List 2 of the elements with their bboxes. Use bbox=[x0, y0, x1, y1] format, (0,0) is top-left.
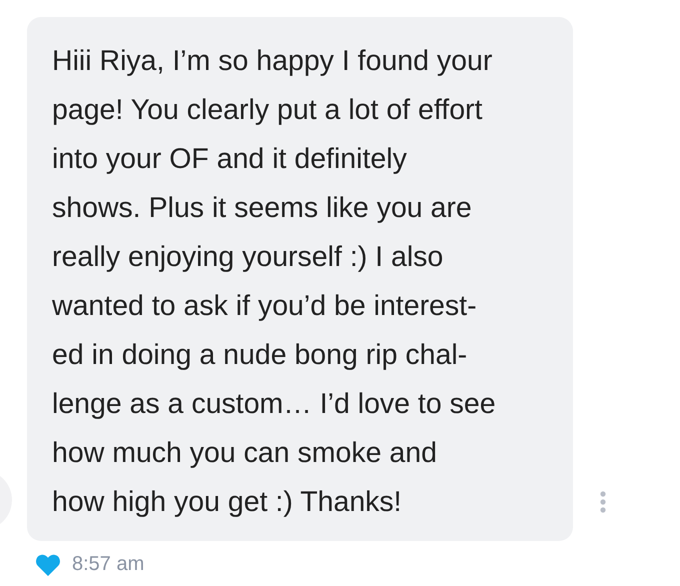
message-time: 8:57 am bbox=[72, 553, 144, 576]
message-text: Hiii Riya, I’m so happy I found your page! You clearly put a lot of effort into your OF and it definitely shows. Plus it seems like you are really enjoying yourself :) I also wanted to ask if you’d be interest- ed in doing a nude bong rip chal- lenge as a custom… I’d love to see how much you can smoke and how high you get :) Thanks! bbox=[52, 44, 497, 520]
